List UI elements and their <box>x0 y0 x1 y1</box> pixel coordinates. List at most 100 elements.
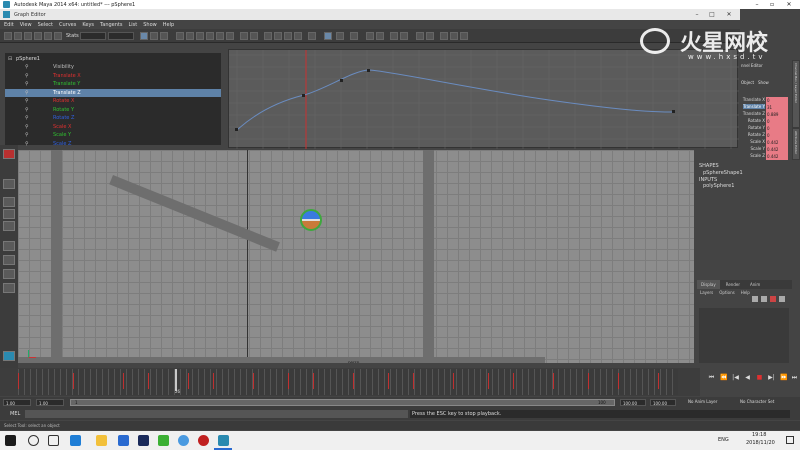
play-backward-icon[interactable]: ◀ <box>744 374 751 382</box>
break-tangents-icon[interactable] <box>264 32 272 40</box>
spline-tangent-icon[interactable] <box>176 32 184 40</box>
new-selected-layer-icon[interactable] <box>761 296 767 302</box>
new-layer-icon[interactable] <box>752 296 758 302</box>
hypershade-icon[interactable] <box>3 351 15 361</box>
channel-value-field[interactable]: 0.442 <box>766 139 788 146</box>
playback-start-field[interactable]: 1.00 <box>36 399 64 406</box>
outliner-channel-row[interactable]: ⚲ Visibility <box>5 63 221 71</box>
close-icon[interactable]: ✕ <box>782 0 796 9</box>
channel-row[interactable]: Scale X 0.442 <box>740 139 790 146</box>
channel-value-field[interactable]: 0 <box>766 118 788 125</box>
curve-display-icon[interactable] <box>460 32 468 40</box>
layer-options-icon[interactable] <box>779 296 785 302</box>
outliner-channel-row[interactable]: ⚲ Translate X <box>5 72 221 80</box>
time-ruler[interactable]: 26 <box>18 369 678 395</box>
clock-time[interactable]: 19:18 <box>752 432 766 438</box>
restore-icon[interactable]: ▫ <box>765 0 779 9</box>
normalize-icon[interactable] <box>366 32 374 40</box>
channel-box-show-menu[interactable]: Show <box>758 80 769 85</box>
channel-row[interactable]: Translate X0 <box>740 97 790 104</box>
language-indicator[interactable]: ENG <box>718 437 729 443</box>
pre-infinity-icon[interactable] <box>390 32 398 40</box>
channel-row[interactable]: Translate Y 31 <box>740 104 790 111</box>
graph-minimize-icon[interactable]: – <box>690 9 704 20</box>
outliner-channel-row[interactable]: ⚲ Rotate Z <box>5 114 221 122</box>
single-view-icon[interactable] <box>3 241 15 251</box>
stats-value-input[interactable] <box>108 32 134 40</box>
outliner-channel-row[interactable]: ⚲ Scale X <box>5 123 221 131</box>
scale-tool-icon[interactable] <box>3 221 15 231</box>
shape-node[interactable]: pSphereShape1 <box>703 170 743 176</box>
channel-row[interactable]: Scale Z 0.442 <box>740 153 790 160</box>
search-icon[interactable] <box>28 435 39 446</box>
go-to-start-icon[interactable]: ⏮ <box>708 374 715 382</box>
lasso-tool-icon[interactable] <box>3 179 15 189</box>
step-tangent-icon[interactable] <box>216 32 224 40</box>
buffer-curve-snapshot-icon[interactable] <box>240 32 248 40</box>
persp-outliner-icon[interactable] <box>3 269 15 279</box>
outliner-channel-row[interactable]: ⚲ Translate Y <box>5 80 221 88</box>
retime-tool-icon[interactable] <box>44 32 52 40</box>
file-explorer-icon[interactable] <box>96 435 107 446</box>
character-set-dropdown[interactable]: No Character Set <box>740 399 774 404</box>
denormalize-icon[interactable] <box>376 32 384 40</box>
outliner-channel-row[interactable]: ⚲ Rotate X <box>5 97 221 105</box>
menu-tangents[interactable]: Tangents <box>100 22 122 28</box>
keyframe-point[interactable] <box>235 128 238 131</box>
clamped-tangent-icon[interactable] <box>186 32 194 40</box>
tab-anim[interactable]: Anim <box>746 280 764 289</box>
maya-taskbar-icon[interactable] <box>218 435 229 446</box>
layer-menu-options[interactable]: Options <box>719 290 734 295</box>
channel-value-field[interactable]: 0.442 <box>766 153 788 160</box>
end-time-field[interactable]: 100.00 <box>650 399 676 406</box>
side-tab-channel-box[interactable]: Channel Box / Layer Editor <box>792 60 800 128</box>
outliner-root-row[interactable]: ⊟ pSphere1 <box>5 55 221 63</box>
lock-tangent-weight-icon[interactable] <box>294 32 302 40</box>
expand-icon[interactable]: ⊟ <box>8 56 12 62</box>
menu-help[interactable]: Help <box>163 22 174 28</box>
channel-value-field[interactable]: 0 <box>766 97 788 104</box>
graph-maximize-icon[interactable]: □ <box>705 9 719 20</box>
tab-display[interactable]: Display <box>697 280 720 289</box>
keyframe-point[interactable] <box>302 94 305 97</box>
stop-icon[interactable]: ■ <box>756 374 763 382</box>
channel-value-field[interactable]: 0 <box>766 132 788 139</box>
step-back-icon[interactable]: ⏪ <box>720 374 727 382</box>
post-infinity-icon[interactable] <box>400 32 408 40</box>
menu-select[interactable]: Select <box>38 22 53 28</box>
photoshop-icon[interactable] <box>138 435 149 446</box>
select-tool-icon[interactable] <box>3 149 15 159</box>
channel-box-object-menu[interactable]: Object <box>741 80 754 85</box>
trax-editor-icon[interactable] <box>426 32 434 40</box>
step-forward-icon[interactable]: ⏩ <box>780 374 787 382</box>
store-icon[interactable] <box>118 435 129 446</box>
channel-row[interactable]: Translate Z 0.889 <box>740 111 790 118</box>
channel-row[interactable]: Scale Y 0.442 <box>740 146 790 153</box>
notification-icon[interactable] <box>786 436 794 444</box>
stats-frame-input[interactable] <box>80 32 106 40</box>
four-view-icon[interactable] <box>3 255 15 265</box>
menu-view[interactable]: View <box>20 22 32 28</box>
outliner-channel-row[interactable]: ⚲ Translate Z <box>5 88 221 97</box>
keyframe-point[interactable] <box>672 110 675 113</box>
rotate-tool-icon[interactable] <box>3 209 15 219</box>
clock-date[interactable]: 2018/11/20 <box>746 440 775 446</box>
keyframe-point[interactable] <box>340 79 343 82</box>
open-dope-icon[interactable] <box>450 32 458 40</box>
dope-sheet-icon[interactable] <box>416 32 424 40</box>
graph-close-icon[interactable]: ✕ <box>722 9 736 20</box>
minimize-icon[interactable]: – <box>750 0 764 9</box>
chrome-icon[interactable] <box>178 435 189 446</box>
range-slider[interactable]: 1 100 <box>70 399 615 406</box>
frame-all-icon[interactable] <box>140 32 148 40</box>
linear-tangent-icon[interactable] <box>196 32 204 40</box>
menu-curves[interactable]: Curves <box>59 22 76 28</box>
region-tool-icon[interactable] <box>34 32 42 40</box>
outliner-channel-row[interactable]: ⚲ Scale Z <box>5 140 221 148</box>
flat-tangent-icon[interactable] <box>206 32 214 40</box>
open-graph-icon[interactable] <box>440 32 448 40</box>
channel-row[interactable]: Rotate X0 <box>740 118 790 125</box>
menu-keys[interactable]: Keys <box>82 22 94 28</box>
playback-end-field[interactable]: 100.00 <box>620 399 646 406</box>
anim-layer-dropdown[interactable]: No Anim Layer <box>688 399 717 404</box>
